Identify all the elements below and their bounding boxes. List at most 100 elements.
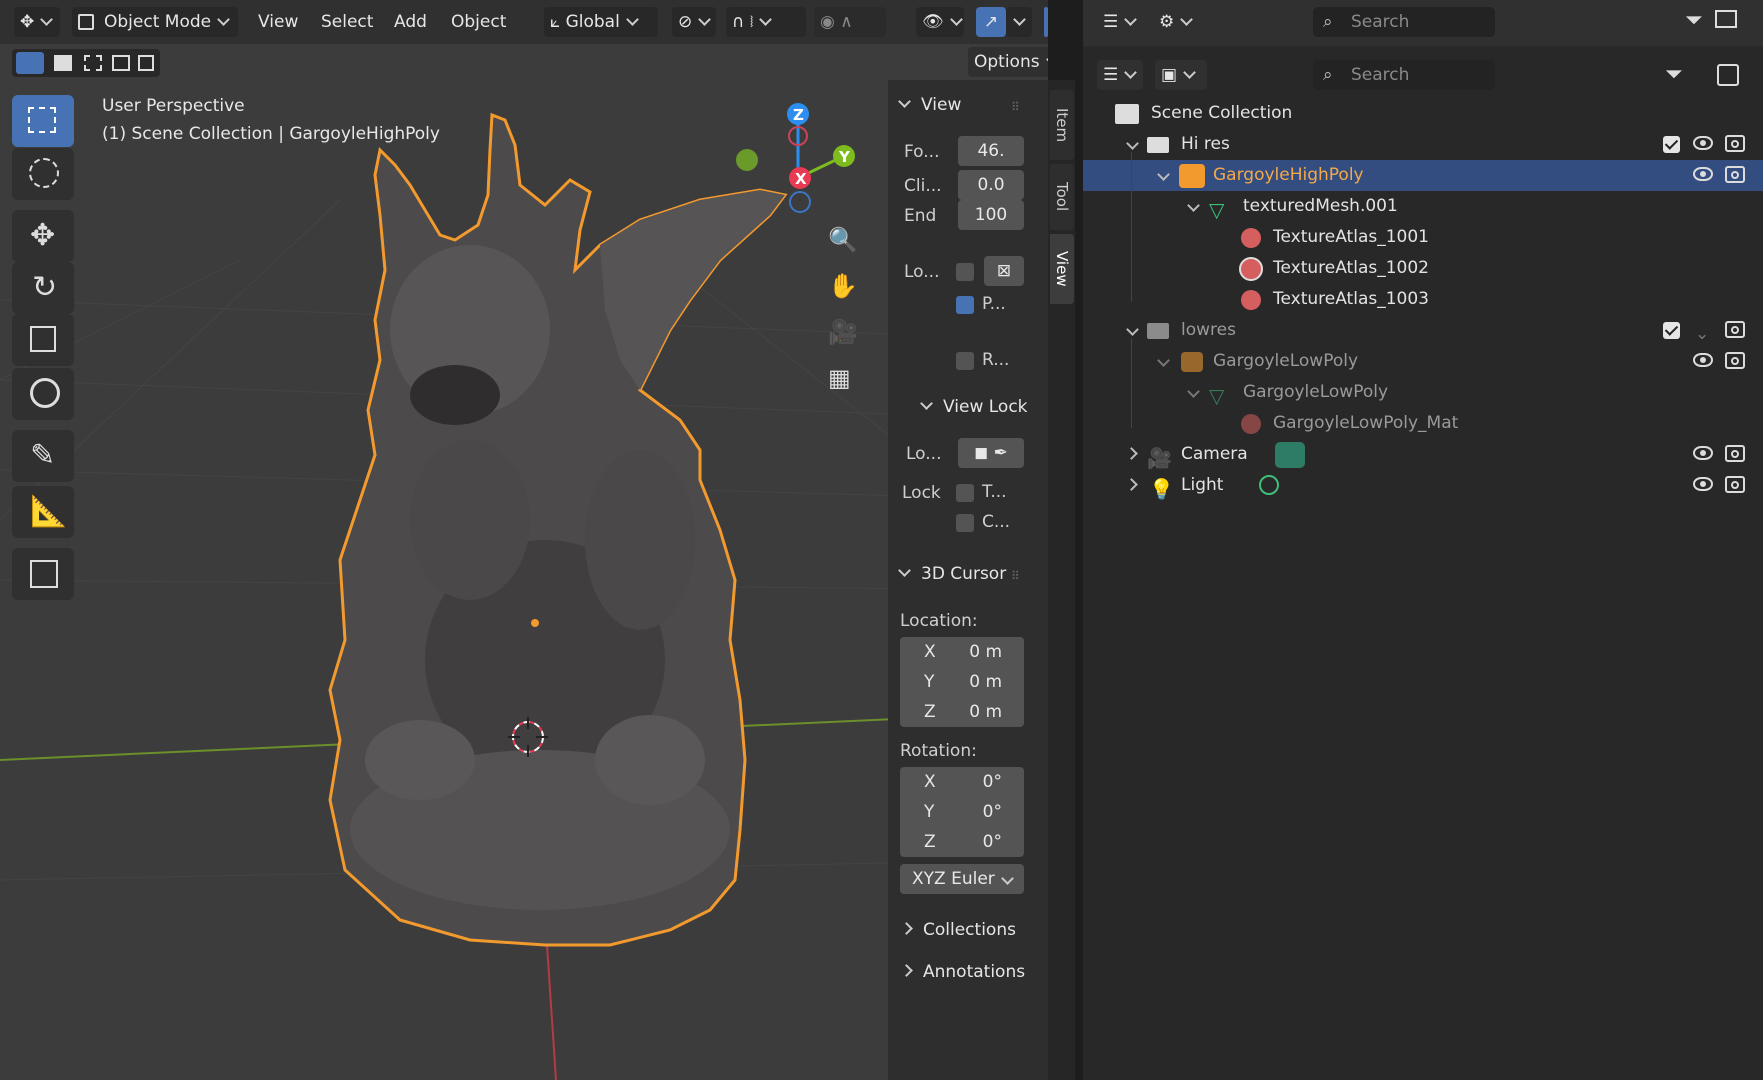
visibility-eye-icon[interactable] bbox=[1693, 477, 1713, 491]
focal-length-field[interactable]: 46. bbox=[958, 136, 1024, 166]
outliner-row-light[interactable]: 💡 Light bbox=[1083, 470, 1763, 501]
visibility-eye-icon[interactable] bbox=[1693, 136, 1713, 150]
expand-arrow-icon[interactable] bbox=[1187, 199, 1200, 212]
expand-arrow-icon[interactable] bbox=[1187, 385, 1200, 398]
pan-button[interactable]: ✋ bbox=[818, 268, 860, 310]
select-invert-icon[interactable] bbox=[112, 55, 130, 71]
drag-handle-icon[interactable]: ⠿ bbox=[1011, 100, 1020, 114]
ortho-toggle-button[interactable]: ▦ bbox=[818, 360, 860, 402]
annotations-section-header[interactable]: Annotations bbox=[900, 962, 1025, 982]
clip-start-field[interactable]: 0.0 bbox=[958, 170, 1024, 200]
outliner-row-hi-res[interactable]: Hi res bbox=[1083, 129, 1763, 160]
visibility-eye-icon[interactable] bbox=[1693, 167, 1713, 181]
render-camera-icon[interactable] bbox=[1725, 445, 1745, 462]
filter-icon[interactable]: ⏷ bbox=[1685, 8, 1703, 33]
lock-to-cursor-checkbox[interactable] bbox=[956, 484, 974, 502]
tool-annotate[interactable]: ✎ bbox=[12, 430, 74, 482]
pivot-point-dropdown[interactable]: ⊘ bbox=[672, 7, 716, 37]
local-camera-checkbox[interactable] bbox=[956, 263, 974, 281]
proportional-edit-dropdown[interactable]: ◉ ∧ bbox=[814, 7, 886, 37]
outliner-editor-type-dropdown[interactable]: ☰ bbox=[1097, 60, 1143, 90]
outliner-filter-icon[interactable]: ⏷ bbox=[1665, 62, 1683, 87]
tool-cursor[interactable] bbox=[12, 148, 74, 200]
tool-measure[interactable]: 📐 bbox=[12, 486, 74, 538]
visibility-eye-icon[interactable] bbox=[1693, 446, 1713, 460]
transform-orientation-dropdown[interactable]: ⟀ Global bbox=[544, 7, 658, 37]
view-lock-section-header[interactable]: View Lock bbox=[920, 397, 1028, 417]
expand-arrow-icon[interactable] bbox=[1157, 354, 1170, 367]
tab-view[interactable]: View bbox=[1050, 234, 1074, 304]
select-intersect-icon[interactable] bbox=[138, 55, 154, 71]
mode-dropdown[interactable]: Object Mode bbox=[72, 7, 238, 37]
tool-select-box[interactable] bbox=[12, 95, 74, 147]
cursor-location-x[interactable]: X 0 m bbox=[900, 637, 1024, 667]
visibility-dropdown[interactable]: 👁 bbox=[916, 7, 964, 37]
exclude-checkbox[interactable] bbox=[1663, 136, 1680, 153]
render-region-checkbox[interactable] bbox=[956, 352, 974, 370]
camera-data-icon[interactable] bbox=[1275, 442, 1305, 468]
selection-mode-group[interactable] bbox=[12, 49, 160, 77]
outliner-search-input[interactable]: ⌕ Search bbox=[1313, 60, 1495, 90]
exclude-checkbox[interactable] bbox=[1663, 322, 1680, 339]
top-search-input[interactable]: ⌕ Search bbox=[1313, 7, 1495, 37]
zoom-button[interactable]: 🔍 bbox=[818, 222, 860, 264]
render-camera-icon[interactable] bbox=[1725, 135, 1745, 152]
outliner-row-camera[interactable]: 🎥 Camera bbox=[1083, 439, 1763, 470]
tool-move[interactable]: ✥ bbox=[12, 210, 74, 262]
menu-object[interactable]: Object bbox=[451, 8, 506, 36]
rotation-mode-dropdown[interactable]: XYZ Euler bbox=[900, 864, 1024, 894]
tool-transform[interactable] bbox=[12, 368, 74, 420]
render-camera-icon[interactable] bbox=[1725, 166, 1745, 183]
top-editor-type-dropdown[interactable]: ☰ bbox=[1097, 7, 1143, 37]
outliner-row-gargoyle-lowpoly-mesh[interactable]: ▽ GargoyleLowPoly bbox=[1083, 377, 1763, 408]
navigation-gizmo[interactable]: Z Y X bbox=[730, 96, 870, 226]
outliner-row-scene-collection[interactable]: Scene Collection bbox=[1083, 98, 1763, 129]
outliner-row-lowres[interactable]: lowres ⌄ bbox=[1083, 315, 1763, 346]
cursor-drag-handle-icon[interactable]: ⠿ bbox=[1011, 569, 1020, 583]
new-collection-icon[interactable] bbox=[1715, 10, 1737, 28]
editor-type-dropdown[interactable]: ✥ bbox=[14, 7, 60, 37]
options-dropdown[interactable]: Options bbox=[968, 47, 1048, 77]
outliner-row-gargoyle-highpoly[interactable]: GargoyleHighPoly bbox=[1083, 160, 1763, 191]
expand-arrow-icon[interactable] bbox=[1125, 478, 1138, 491]
tool-rotate[interactable]: ↻ bbox=[12, 262, 74, 314]
outliner-row-atlas-1001[interactable]: TextureAtlas_1001 bbox=[1083, 222, 1763, 253]
camera-view-button[interactable]: 🎥 bbox=[818, 314, 860, 356]
area-divider[interactable] bbox=[1075, 0, 1083, 1080]
display-mode-dropdown[interactable]: ⚙ bbox=[1153, 7, 1205, 37]
tab-tool[interactable]: Tool bbox=[1050, 164, 1074, 230]
cursor-rotation-x[interactable]: X 0° bbox=[900, 767, 1024, 797]
clip-end-field[interactable]: 100 bbox=[958, 200, 1024, 230]
render-camera-icon[interactable] bbox=[1725, 321, 1745, 338]
camera-picker[interactable]: ⊠ bbox=[984, 256, 1024, 286]
tool-scale[interactable] bbox=[12, 314, 74, 366]
cursor-location-z[interactable]: Z 0 m bbox=[900, 697, 1024, 727]
passepartout-checkbox[interactable] bbox=[956, 296, 974, 314]
select-subtract-icon[interactable] bbox=[84, 55, 102, 71]
gizmo-toggle[interactable]: ↗ bbox=[976, 7, 1006, 37]
lock-object-picker[interactable]: ◼ ✒ bbox=[958, 438, 1024, 468]
expand-arrow-icon[interactable] bbox=[1126, 137, 1139, 150]
expand-arrow-icon[interactable] bbox=[1125, 447, 1138, 460]
cursor-rotation-z[interactable]: Z 0° bbox=[900, 827, 1024, 857]
menu-add[interactable]: Add bbox=[394, 8, 427, 36]
light-data-icon[interactable] bbox=[1259, 475, 1279, 495]
menu-select[interactable]: Select bbox=[321, 8, 373, 36]
collections-section-header[interactable]: Collections bbox=[900, 920, 1016, 940]
lock-camera-checkbox[interactable] bbox=[956, 514, 974, 532]
overlay-toggle[interactable] bbox=[1044, 7, 1048, 37]
menu-view[interactable]: View bbox=[258, 8, 298, 36]
outliner-row-atlas-1003[interactable]: TextureAtlas_1003 bbox=[1083, 284, 1763, 315]
add-collection-icon[interactable] bbox=[1717, 64, 1739, 86]
outliner-display-mode-dropdown[interactable]: ▣ bbox=[1155, 60, 1207, 90]
snap-dropdown[interactable]: ∩ ⧘ bbox=[726, 7, 806, 37]
gizmo-dropdown[interactable] bbox=[1006, 7, 1032, 37]
cursor-rotation-y[interactable]: Y 0° bbox=[900, 797, 1024, 827]
select-extend-icon[interactable] bbox=[54, 55, 72, 71]
expand-arrow-icon[interactable] bbox=[1157, 168, 1170, 181]
outliner-row-gargoyle-lowpoly[interactable]: GargoyleLowPoly bbox=[1083, 346, 1763, 377]
visibility-eye-icon[interactable] bbox=[1693, 353, 1713, 367]
3d-viewport[interactable]: ✥ Object Mode View Select Add Object ⟀ G… bbox=[0, 0, 1048, 1080]
select-new-icon[interactable] bbox=[16, 52, 44, 74]
expand-arrow-icon[interactable] bbox=[1126, 323, 1139, 336]
